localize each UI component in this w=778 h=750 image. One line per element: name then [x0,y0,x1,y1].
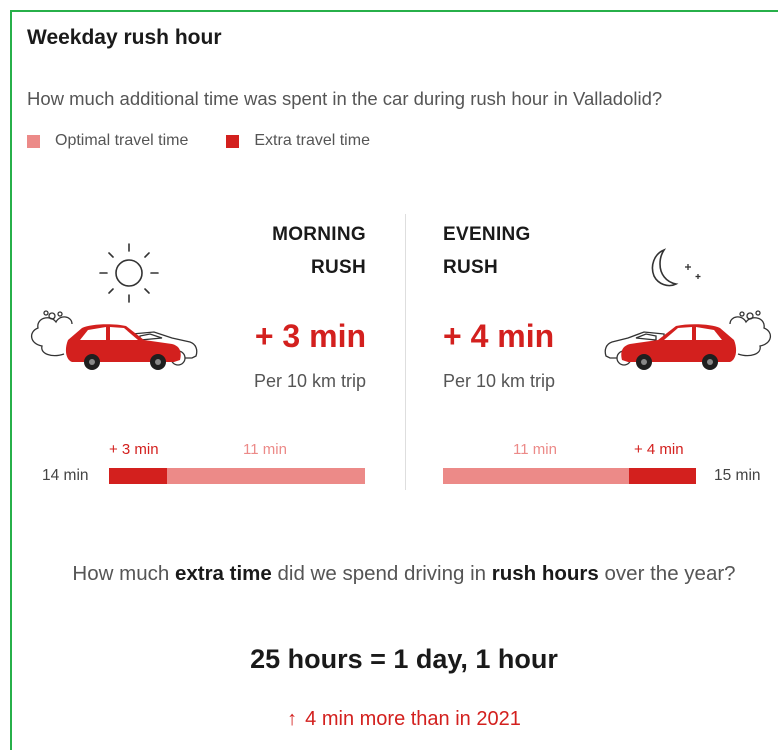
morning-optimal-bar [166,468,366,484]
car-traffic-icon [31,310,198,370]
evening-extra-time: + 4 min [443,318,555,354]
morning-extra-bar-label: + 3 min [109,441,159,458]
legend-extra: Extra travel time [226,132,370,150]
arrow-up-icon: ↑ [287,708,298,730]
section-question: How much additional time was spent in th… [27,88,663,109]
legend-optimal-swatch [27,134,40,148]
yearly-comparison: ↑ 4 min more than in 2021 [287,708,521,730]
legend-optimal: Optimal travel time [27,132,188,150]
morning-total-label: 14 min [42,467,89,484]
evening-rush-label: EVENING RUSH [443,224,531,278]
evening-optimal-bar [443,468,629,484]
evening-total-label: 15 min [714,467,761,484]
sun-icon [99,243,159,303]
yearly-question: How much extra time did we spend driving… [72,562,736,585]
car-traffic-evening-icon [604,310,771,370]
morning-extra-bar [109,468,167,484]
card-border [10,10,778,750]
legend-extra-swatch [226,134,240,148]
evening-extra-bar-label: + 4 min [634,441,684,458]
morning-per-trip: Per 10 km trip [253,371,366,391]
legend-optimal-label: Optimal travel time [55,132,189,149]
section-title: Weekday rush hour [27,26,222,49]
divider [405,214,406,490]
evening-extra-bar [628,468,697,484]
morning-extra-time: + 3 min [254,318,366,354]
legend-extra-label: Extra travel time [254,132,370,149]
legend: Optimal travel time Extra travel time [27,131,408,151]
yearly-total: 25 hours = 1 day, 1 hour [250,644,558,674]
evening-optimal-bar-label: 11 min [513,441,557,458]
morning-rush-label: MORNING RUSH [272,224,366,278]
morning-optimal-bar-label: 11 min [243,441,287,458]
evening-per-trip: Per 10 km trip [443,371,556,391]
moon-icon [651,248,701,287]
